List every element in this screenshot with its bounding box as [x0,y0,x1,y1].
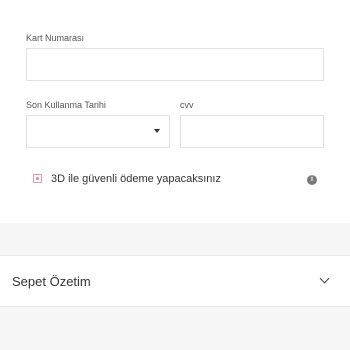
cart-summary-toggle[interactable]: Sepet Özetim [0,256,350,306]
chevron-down-icon[interactable] [319,273,330,284]
caret-down-icon [154,129,160,133]
cvv-label: cvv [180,100,194,110]
info-icon[interactable]: i [307,175,317,185]
card-number-label: Kart Numarası [26,33,85,43]
card-payment-form: Kart Numarası Son Kullanma Tarihi cvv 3D… [0,0,350,223]
card-number-input[interactable] [26,48,324,81]
divider [0,306,350,307]
cart-summary-title: Sepet Özetim [12,274,91,289]
expiry-date-select[interactable] [26,115,170,148]
secure-3d-label[interactable]: 3D ile güvenli ödeme yapacaksınız [51,173,221,186]
cvv-input[interactable] [180,115,324,148]
checkbox-mark [36,177,39,180]
expiry-date-label: Son Kullanma Tarihi [26,100,106,110]
secure-3d-checkbox[interactable] [33,174,42,183]
